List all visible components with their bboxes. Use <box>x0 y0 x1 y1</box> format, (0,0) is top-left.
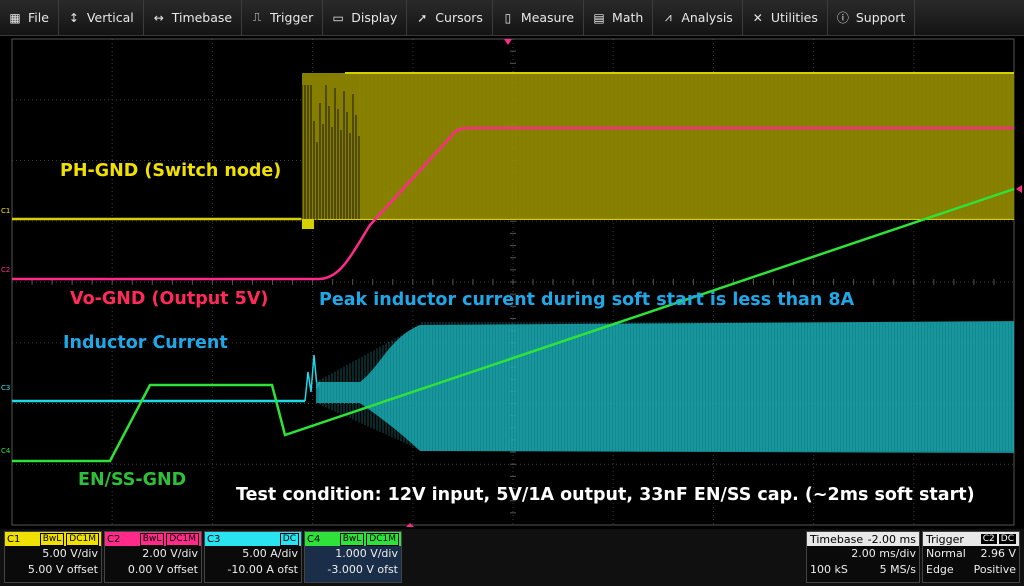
c1-spike <box>302 219 314 229</box>
waveform-display[interactable]: PH-GND (Switch node) Vo-GND (Output 5V) … <box>0 37 1024 527</box>
timebase-div: 2.00 ms/div <box>851 547 916 560</box>
trigger-title: Trigger <box>926 532 964 546</box>
cursor-icon: ➚ <box>417 10 428 25</box>
c1-switching-envelope <box>302 73 1014 219</box>
channel-offset: 0.00 V offset <box>127 563 198 576</box>
channel-tag: BwL <box>339 532 365 546</box>
horizontal-arrows-icon: ↔ <box>153 10 164 25</box>
menu-label: Timebase <box>171 10 233 25</box>
channel-tag: DC1M <box>366 532 399 546</box>
menu-bar: ▦ File ↕ Vertical ↔ Timebase ⎍ Trigger ▭ Display ➚… <box>0 0 1024 36</box>
channel-name: C4 <box>307 533 321 545</box>
channel-offset: -3.000 V ofst <box>327 563 398 576</box>
analysis-chart-icon: ⩘ <box>664 10 672 24</box>
menu-label: Measure <box>520 10 575 25</box>
channel-box-c2[interactable]: C2 BwL DC1M 2.00 V/div 0.00 V offset <box>104 531 202 583</box>
menu-display[interactable]: ▭ Display <box>323 0 408 36</box>
channel-vdiv: 1.000 V/div <box>335 547 398 560</box>
menu-math[interactable]: ▤ Math <box>584 0 654 36</box>
c4-ground-marker[interactable]: C4 <box>1 447 10 455</box>
calculator-icon: ▤ <box>593 10 605 25</box>
annotation-peak-current: Peak inductor current during soft start … <box>319 290 855 310</box>
menu-measure[interactable]: ▯ Measure <box>493 0 585 36</box>
timebase-delay: -2.00 ms <box>867 532 916 546</box>
menu-label: Trigger <box>270 10 314 25</box>
channel-vdiv: 2.00 V/div <box>142 547 198 560</box>
menu-label: Display <box>351 10 398 25</box>
channel-tag: BwL <box>39 532 65 546</box>
trigger-level-marker[interactable] <box>1016 185 1022 193</box>
trigger-type: Edge <box>926 563 954 576</box>
menu-label: File <box>28 10 49 25</box>
channel-offset: -10.00 A ofst <box>227 563 298 576</box>
timebase-samples: 100 kS <box>810 563 848 576</box>
trigger-source: C2 <box>980 534 997 544</box>
channel-tag: DC1M <box>166 532 199 546</box>
menu-utilities[interactable]: ✕ Utilities <box>743 0 828 36</box>
display-icon: ▭ <box>332 10 344 25</box>
menu-vertical[interactable]: ↕ Vertical <box>59 0 144 36</box>
channel-offset: 5.00 V offset <box>27 563 98 576</box>
wrench-icon: ✕ <box>752 10 763 25</box>
trigger-time-marker[interactable] <box>504 39 512 45</box>
menu-cursors[interactable]: ➚ Cursors <box>407 0 493 36</box>
c3-ground-marker[interactable]: C3 <box>1 384 10 392</box>
channel-vdiv: 5.00 V/div <box>42 547 98 560</box>
menu-timebase[interactable]: ↔ Timebase <box>144 0 243 36</box>
channel-name: C3 <box>207 533 221 545</box>
trigger-box[interactable]: Trigger C2 DC Normal 2.96 V Edge Positive <box>922 531 1020 583</box>
menu-label: Math <box>612 10 644 25</box>
c1-ground-marker[interactable]: C1 <box>1 207 10 215</box>
menu-label: Support <box>855 10 906 25</box>
annotation-test-condition: Test condition: 12V input, 5V/1A output,… <box>236 485 975 505</box>
trigger-slope: Positive <box>973 563 1016 576</box>
measure-icon: ▯ <box>504 10 512 25</box>
trigger-mode: Normal <box>926 547 966 560</box>
channel-tag: DC1M <box>66 532 99 546</box>
menu-label: Analysis <box>681 10 733 25</box>
channel-vdiv: 5.00 A/div <box>242 547 298 560</box>
menu-file[interactable]: ▦ File <box>0 0 59 36</box>
vertical-arrows-icon: ↕ <box>68 10 79 25</box>
info-panel: C1 BwL DC1M 5.00 V/div 5.00 V offset C2 BwL DC1… <box>0 529 1024 586</box>
timebase-box[interactable]: Timebase -2.00 ms 2.00 ms/div 100 kS 5 MS/… <box>806 531 920 583</box>
menu-trigger[interactable]: ⎍ Trigger <box>242 0 324 36</box>
trigger-level: 2.96 V <box>980 547 1016 560</box>
trigger-icon: ⎍ <box>252 10 262 24</box>
c2-ground-marker[interactable]: C2 <box>1 266 10 274</box>
file-icon: ▦ <box>9 10 21 25</box>
menu-analysis[interactable]: ⩘ Analysis <box>653 0 743 36</box>
menu-support[interactable]: ⓘ Support <box>828 0 916 36</box>
annotation-inductor-current: Inductor Current <box>63 333 228 353</box>
annotation-vo-gnd: Vo-GND (Output 5V) <box>70 289 269 309</box>
info-icon: ⓘ <box>836 11 849 25</box>
menu-label: Vertical <box>86 10 134 25</box>
annotation-ph-gnd: PH-GND (Switch node) <box>60 161 282 181</box>
menu-label: Utilities <box>770 10 818 25</box>
channel-tag: DC <box>279 532 299 546</box>
channel-box-c3[interactable]: C3 DC 5.00 A/div -10.00 A ofst <box>204 531 302 583</box>
channel-tag: BwL <box>139 532 165 546</box>
menu-label: Cursors <box>435 10 483 25</box>
timebase-title: Timebase <box>810 532 864 546</box>
trigger-coupling: DC <box>998 534 1016 544</box>
channel-box-c1[interactable]: C1 BwL DC1M 5.00 V/div 5.00 V offset <box>4 531 102 583</box>
channel-name: C2 <box>107 533 121 545</box>
scope-grid <box>11 38 1022 527</box>
channel-name: C1 <box>7 533 21 545</box>
annotation-en-ss: EN/SS-GND <box>78 470 187 490</box>
channel-box-c4[interactable]: C4 BwL DC1M 1.000 V/div -3.000 V ofst <box>304 531 402 583</box>
timebase-rate: 5 MS/s <box>879 563 916 576</box>
